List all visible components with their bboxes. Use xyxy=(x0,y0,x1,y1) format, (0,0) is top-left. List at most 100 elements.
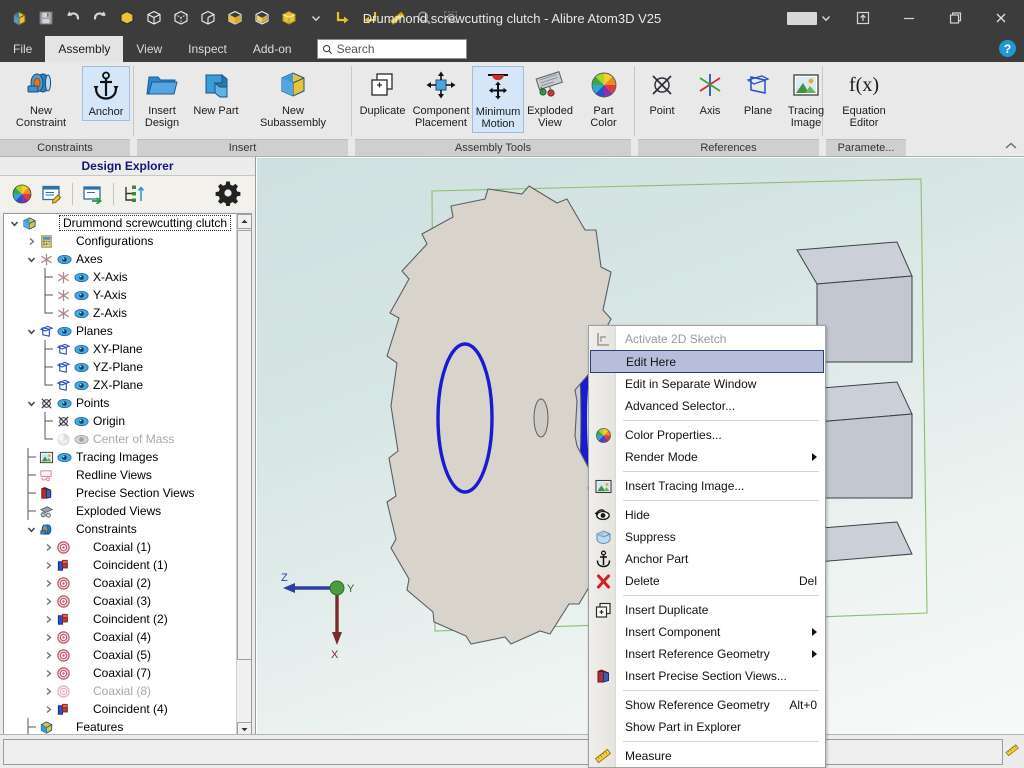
visibility-eye-icon[interactable] xyxy=(73,272,90,283)
axis-button[interactable]: Axis xyxy=(686,66,734,119)
visibility-eye-icon[interactable] xyxy=(56,452,73,463)
minimize-button[interactable] xyxy=(886,0,932,36)
context-menu-item-hide[interactable]: Hide xyxy=(589,504,825,526)
tree-scrollbar[interactable] xyxy=(236,214,251,737)
tree-item-coincident-1[interactable]: Coincident (1) xyxy=(4,556,236,574)
view-shaded-edges-icon[interactable] xyxy=(222,5,248,31)
tab-view[interactable]: View xyxy=(123,36,175,62)
tree-item-zx-plane[interactable]: ZX-Plane xyxy=(4,376,236,394)
tree-caret-down-icon[interactable] xyxy=(25,255,38,264)
tree-caret-right-icon[interactable] xyxy=(42,543,55,552)
measure-icon[interactable] xyxy=(1004,742,1020,761)
design-tree[interactable]: Drummond screwcutting clutch Configuratio… xyxy=(3,213,252,738)
tree-item-coaxial-3[interactable]: Coaxial (3) xyxy=(4,592,236,610)
tree-caret-right-icon[interactable] xyxy=(42,687,55,696)
tree-item-coaxial-7[interactable]: Coaxial (7) xyxy=(4,664,236,682)
tab-inspect[interactable]: Inspect xyxy=(175,36,240,62)
context-menu-item-insert-tracing-image[interactable]: Insert Tracing Image... xyxy=(589,475,825,497)
zoom-window-icon[interactable] xyxy=(438,5,464,31)
tree-item-redline-views[interactable]: Redline Views xyxy=(4,466,236,484)
scroll-up-button[interactable] xyxy=(237,214,251,229)
measure-icon[interactable] xyxy=(384,5,410,31)
visibility-eye-icon[interactable] xyxy=(56,398,73,409)
context-menu-item-color-properties[interactable]: Color Properties... xyxy=(589,424,825,446)
tree-item-yz-plane[interactable]: YZ-Plane xyxy=(4,358,236,376)
context-menu-item-show-part-in-explorer[interactable]: Show Part in Explorer xyxy=(589,716,825,738)
tree-caret-right-icon[interactable] xyxy=(42,633,55,642)
tab-addon[interactable]: Add-on xyxy=(240,36,305,62)
context-menu-item-insert-reference-geometry[interactable]: Insert Reference Geometry xyxy=(589,643,825,665)
view-hidden-line-removed-icon[interactable] xyxy=(195,5,221,31)
tree-caret-right-icon[interactable] xyxy=(42,705,55,714)
visibility-eye-icon[interactable] xyxy=(73,308,90,319)
edit-properties-icon[interactable] xyxy=(38,180,66,208)
plane-button[interactable]: Plane xyxy=(734,66,782,119)
tree-item-axes[interactable]: Axes xyxy=(4,250,236,268)
tree-item-center-of-mass[interactable]: Center of Mass xyxy=(4,430,236,448)
context-menu-item-insert-duplicate[interactable]: Insert Duplicate xyxy=(589,599,825,621)
maximize-button[interactable] xyxy=(932,0,978,36)
tab-file[interactable]: File xyxy=(0,36,45,62)
tree-item-points[interactable]: Points xyxy=(4,394,236,412)
context-menu-item-suppress[interactable]: Suppress xyxy=(589,526,825,548)
tree-caret-down-icon[interactable] xyxy=(8,219,21,228)
tree-item-coaxial-4[interactable]: Coaxial (4) xyxy=(4,628,236,646)
context-menu-item-insert-precise-section-views[interactable]: Insert Precise Section Views... xyxy=(589,665,825,687)
tree-item-precise-section-views[interactable]: Precise Section Views xyxy=(4,484,236,502)
tree-item-coaxial-8[interactable]: Coaxial (8) xyxy=(4,682,236,700)
point-button[interactable]: Point xyxy=(638,66,686,119)
front-view-icon[interactable] xyxy=(330,5,356,31)
new-constraint-button[interactable]: New Constraint xyxy=(0,66,82,131)
context-menu-item-render-mode[interactable]: Render Mode xyxy=(589,446,825,468)
tree-item-configurations[interactable]: Configurations xyxy=(4,232,236,250)
help-button[interactable]: ? xyxy=(999,40,1016,57)
export-note-icon[interactable] xyxy=(79,180,107,208)
duplicate-button[interactable]: Duplicate xyxy=(355,66,410,119)
tree-item-coaxial-1[interactable]: Coaxial (1) xyxy=(4,538,236,556)
view-dropdown-chevron-icon[interactable] xyxy=(303,5,329,31)
view-iso-icon[interactable] xyxy=(114,5,140,31)
context-menu[interactable]: Activate 2D Sketch Edit Here Edit in Separ… xyxy=(588,325,826,768)
context-menu-item-delete[interactable]: Delete Del xyxy=(589,570,825,592)
component-placement-button[interactable]: Component Placement xyxy=(410,66,472,131)
tree-item-xy-plane[interactable]: XY-Plane xyxy=(4,340,236,358)
visibility-eye-icon[interactable] xyxy=(73,434,90,445)
context-menu-item-edit-in-separate-window[interactable]: Edit in Separate Window xyxy=(589,373,825,395)
home-cube-icon[interactable] xyxy=(6,5,32,31)
tree-item-coincident-2[interactable]: Coincident (2) xyxy=(4,610,236,628)
tree-caret-down-icon[interactable] xyxy=(25,399,38,408)
tree-item-planes[interactable]: Planes xyxy=(4,322,236,340)
gear-settings-icon[interactable] xyxy=(215,180,241,209)
tree-item-z-axis[interactable]: Z-Axis xyxy=(4,304,236,322)
redo-icon[interactable] xyxy=(87,5,113,31)
close-button[interactable] xyxy=(978,0,1024,36)
context-menu-item-edit-here[interactable]: Edit Here xyxy=(590,350,824,373)
new-subassembly-button[interactable]: New Subassembly xyxy=(245,66,341,131)
account-menu[interactable] xyxy=(779,11,840,25)
view-shaded-icon[interactable] xyxy=(249,5,275,31)
zoom-icon[interactable] xyxy=(411,5,437,31)
minimum-motion-button[interactable]: Minimum Motion xyxy=(472,66,524,133)
visibility-eye-icon[interactable] xyxy=(73,380,90,391)
tree-item-tracing-images[interactable]: Tracing Images xyxy=(4,448,236,466)
color-wheel-icon[interactable] xyxy=(8,180,36,208)
save-icon[interactable] xyxy=(33,5,59,31)
search-input[interactable]: Search xyxy=(316,39,467,59)
tree-caret-right-icon[interactable] xyxy=(42,615,55,624)
equation-editor-button[interactable]: f(x) Equation Editor xyxy=(826,66,902,131)
view-realistic-icon[interactable] xyxy=(276,5,302,31)
tree-caret-down-icon[interactable] xyxy=(25,525,38,534)
tree-item-constraints[interactable]: Constraints xyxy=(4,520,236,538)
view-hidden-line-icon[interactable] xyxy=(168,5,194,31)
scrollbar-thumb[interactable] xyxy=(237,230,251,660)
tree-caret-right-icon[interactable] xyxy=(42,579,55,588)
sort-tree-icon[interactable] xyxy=(120,180,148,208)
new-part-button[interactable]: New Part xyxy=(187,66,245,119)
chevron-up-icon[interactable] xyxy=(1004,141,1018,154)
insert-design-button[interactable]: Insert Design xyxy=(137,66,187,131)
tree-caret-right-icon[interactable] xyxy=(42,651,55,660)
tree-item-origin[interactable]: Origin xyxy=(4,412,236,430)
undo-icon[interactable] xyxy=(60,5,86,31)
visibility-eye-icon[interactable] xyxy=(73,416,90,427)
tree-item-coincident-4[interactable]: Coincident (4) xyxy=(4,700,236,718)
